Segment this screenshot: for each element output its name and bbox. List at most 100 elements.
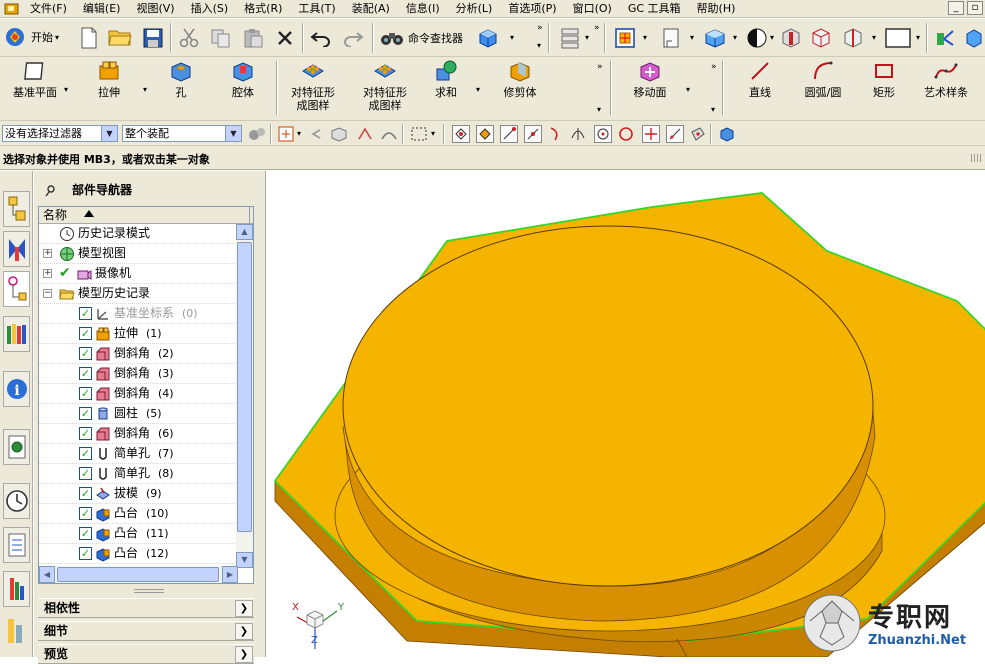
- paste-icon[interactable]: [242, 28, 264, 48]
- tree-row-feature[interactable]: ✓ 拔模 (9): [39, 484, 237, 504]
- scroll-left-icon[interactable]: ◀: [39, 566, 55, 583]
- visibility-checkbox[interactable]: ✓: [79, 447, 92, 460]
- expand-icon[interactable]: +: [43, 249, 52, 258]
- rectangle-select-icon[interactable]: [410, 126, 428, 142]
- column-resize-handle[interactable]: [249, 207, 253, 223]
- part-cube-icon[interactable]: [477, 27, 499, 49]
- select-all-icon[interactable]: [278, 126, 296, 142]
- tree-row-feature[interactable]: ✓ 简单孔 (7): [39, 444, 237, 464]
- view-orientation-icon[interactable]: [703, 27, 727, 49]
- undo-icon[interactable]: [310, 29, 332, 47]
- background-color-icon[interactable]: [885, 28, 911, 48]
- menu-edit[interactable]: 编辑(E): [76, 0, 130, 18]
- visibility-checkbox[interactable]: ✓: [79, 407, 92, 420]
- pattern-feature-button-1[interactable]: 对特征形 成图样: [284, 59, 342, 112]
- menu-gc-toolkit[interactable]: GC 工具箱: [621, 0, 690, 18]
- tree-row-feature[interactable]: ✓ 倒斜角 (6): [39, 424, 237, 444]
- constraint-navigator-tab[interactable]: [3, 231, 30, 267]
- visibility-checkbox[interactable]: ✓: [79, 467, 92, 480]
- scroll-thumb[interactable]: [237, 242, 252, 532]
- section-view-icon[interactable]: [780, 27, 802, 49]
- move-face-button[interactable]: 移动面: [626, 59, 674, 99]
- process-studio-tab[interactable]: [3, 527, 30, 563]
- menu-help[interactable]: 帮助(H): [690, 0, 745, 18]
- arrow-back-icon[interactable]: [308, 126, 324, 142]
- tree-row-feature[interactable]: ✓ 圆柱 (5): [39, 404, 237, 424]
- menu-preferences[interactable]: 首选项(P): [501, 0, 565, 18]
- scroll-thumb[interactable]: [57, 567, 219, 582]
- snap-icon[interactable]: [356, 126, 374, 142]
- tree-row-feature[interactable]: ✓ 倒斜角 (3): [39, 364, 237, 384]
- tree-row-feature[interactable]: ✓ 凸台 (12): [39, 544, 237, 564]
- new-file-icon[interactable]: [80, 27, 98, 49]
- tree-row-model-views[interactable]: + 模型视图: [39, 244, 237, 264]
- snap-quadrant-icon[interactable]: [618, 126, 634, 142]
- hole-button[interactable]: 孔: [165, 59, 197, 99]
- details-section[interactable]: 细节 ❯: [38, 621, 254, 641]
- snap-button[interactable]: [500, 125, 518, 143]
- part-navigator-tab[interactable]: [3, 271, 30, 307]
- window-restore-button[interactable]: ▫: [967, 1, 983, 15]
- copy-icon[interactable]: [210, 28, 232, 48]
- scroll-up-icon[interactable]: ▲: [236, 224, 253, 240]
- menu-insert[interactable]: 插入(S): [184, 0, 238, 18]
- select-body-icon[interactable]: [718, 126, 736, 142]
- snap-button[interactable]: [594, 125, 612, 143]
- system-info-tab[interactable]: i: [3, 371, 30, 407]
- start-button[interactable]: 开始 ▾: [4, 25, 59, 49]
- unite-button[interactable]: 求和: [430, 59, 462, 99]
- scroll-down-icon[interactable]: ▼: [236, 552, 253, 568]
- menu-window[interactable]: 窗口(O): [566, 0, 621, 18]
- layer-settings-icon[interactable]: [558, 26, 582, 50]
- save-icon[interactable]: [143, 28, 163, 48]
- tree-row-feature[interactable]: ✓ 拉伸 (1): [39, 324, 237, 344]
- visibility-checkbox[interactable]: ✓: [79, 347, 92, 360]
- extrude-button[interactable]: 拉伸: [86, 59, 132, 99]
- snap-button[interactable]: [476, 125, 494, 143]
- snap-button[interactable]: [666, 125, 684, 143]
- tree-row-model-history[interactable]: − 模型历史记录: [39, 284, 237, 304]
- expand-icon[interactable]: +: [43, 269, 52, 278]
- menu-file[interactable]: 文件(F): [23, 0, 76, 18]
- menu-format[interactable]: 格式(R): [237, 0, 291, 18]
- snap-button[interactable]: [452, 125, 470, 143]
- scroll-right-icon[interactable]: ▶: [222, 566, 238, 583]
- menu-information[interactable]: 信息(I): [399, 0, 449, 18]
- tree-row-feature[interactable]: ✓ 基准坐标系 (0): [39, 304, 237, 324]
- tree-row-feature[interactable]: ✓ 简单孔 (8): [39, 464, 237, 484]
- dependencies-section[interactable]: 相依性 ❯: [38, 598, 254, 618]
- visibility-checkbox[interactable]: ✓: [79, 327, 92, 340]
- snap-on-face-icon[interactable]: [690, 126, 706, 142]
- panel-splitter[interactable]: [134, 589, 164, 593]
- line-button[interactable]: 直线: [742, 59, 778, 99]
- roles-tab[interactable]: [3, 571, 30, 607]
- collapse-icon[interactable]: −: [43, 289, 52, 298]
- tree-row-feature[interactable]: ✓ 凸台 (10): [39, 504, 237, 524]
- assembly-navigator-tab[interactable]: [3, 191, 30, 227]
- type-filter-select[interactable]: 没有选择过滤器 ▼: [2, 125, 118, 142]
- name-column-header[interactable]: 名称: [39, 207, 253, 224]
- delete-icon[interactable]: [276, 29, 294, 47]
- trim-body-button[interactable]: 修剪体: [498, 59, 542, 99]
- menu-analysis[interactable]: 分析(L): [449, 0, 502, 18]
- tree-row-feature[interactable]: ✓ 倒斜角 (2): [39, 344, 237, 364]
- visibility-checkbox[interactable]: ✓: [79, 487, 92, 500]
- chevron-down-icon[interactable]: ❯: [235, 623, 253, 640]
- open-folder-icon[interactable]: [108, 27, 132, 47]
- visibility-checkbox[interactable]: ✓: [79, 387, 92, 400]
- visibility-checkbox[interactable]: ✓: [79, 527, 92, 540]
- pattern-feature-button-2[interactable]: 对特征形 成图样: [356, 59, 414, 112]
- snap-button[interactable]: [524, 125, 542, 143]
- reuse-library-tab[interactable]: [3, 316, 30, 352]
- command-finder-button[interactable]: 命令查找器: [380, 28, 463, 48]
- visibility-checkbox[interactable]: ✓: [79, 507, 92, 520]
- tree-row-feature[interactable]: ✓ 凸台 (11): [39, 524, 237, 544]
- render-style-icon[interactable]: [746, 27, 768, 49]
- arc-circle-button[interactable]: 圆弧/圆: [796, 59, 850, 99]
- menu-view[interactable]: 视图(V): [129, 0, 183, 18]
- snap-button[interactable]: [642, 125, 660, 143]
- clip-section-icon[interactable]: [842, 27, 864, 49]
- feature-select-icon[interactable]: [330, 126, 348, 142]
- pocket-button[interactable]: 腔体: [225, 59, 261, 99]
- selection-scope-select[interactable]: 整个装配 ▼: [122, 125, 242, 142]
